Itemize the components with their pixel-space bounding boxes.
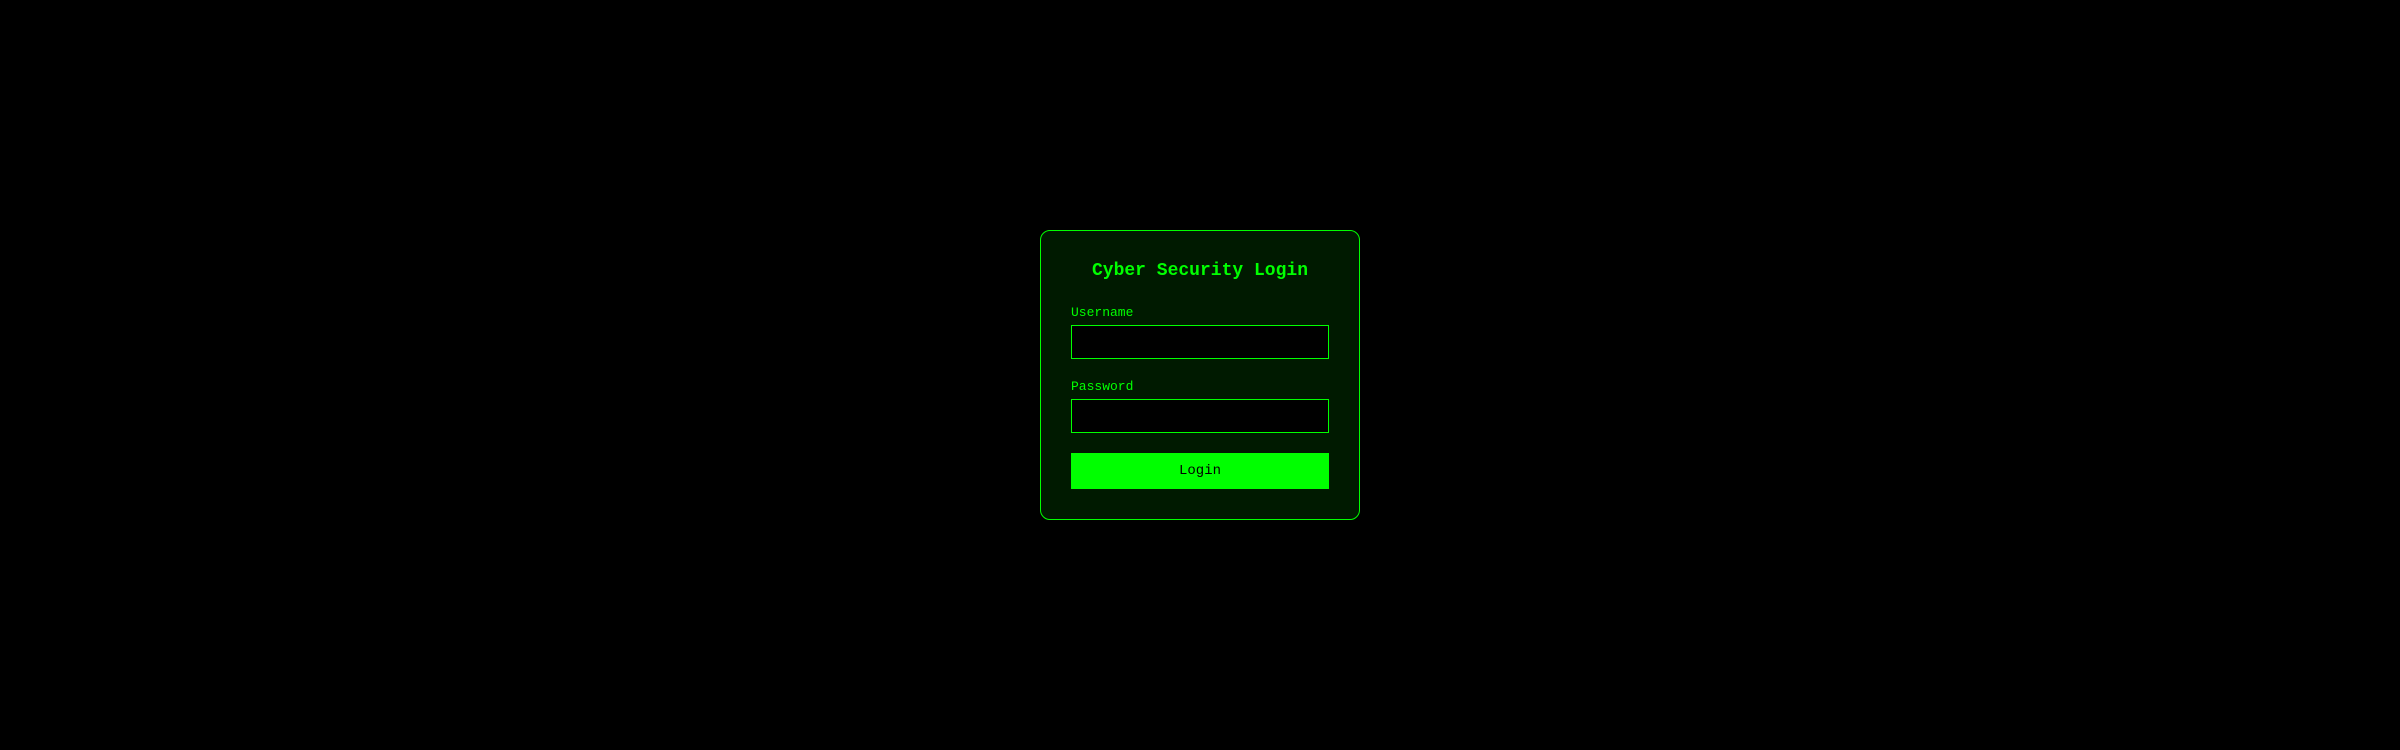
login-button[interactable]: Login bbox=[1071, 453, 1329, 489]
password-label: Password bbox=[1071, 379, 1329, 394]
login-card: Cyber Security Login Username Password L… bbox=[1040, 230, 1360, 520]
username-group: Username bbox=[1071, 305, 1329, 359]
password-group: Password bbox=[1071, 379, 1329, 433]
password-input[interactable] bbox=[1071, 399, 1329, 433]
username-label: Username bbox=[1071, 305, 1329, 320]
login-title: Cyber Security Login bbox=[1071, 261, 1329, 281]
username-input[interactable] bbox=[1071, 325, 1329, 359]
